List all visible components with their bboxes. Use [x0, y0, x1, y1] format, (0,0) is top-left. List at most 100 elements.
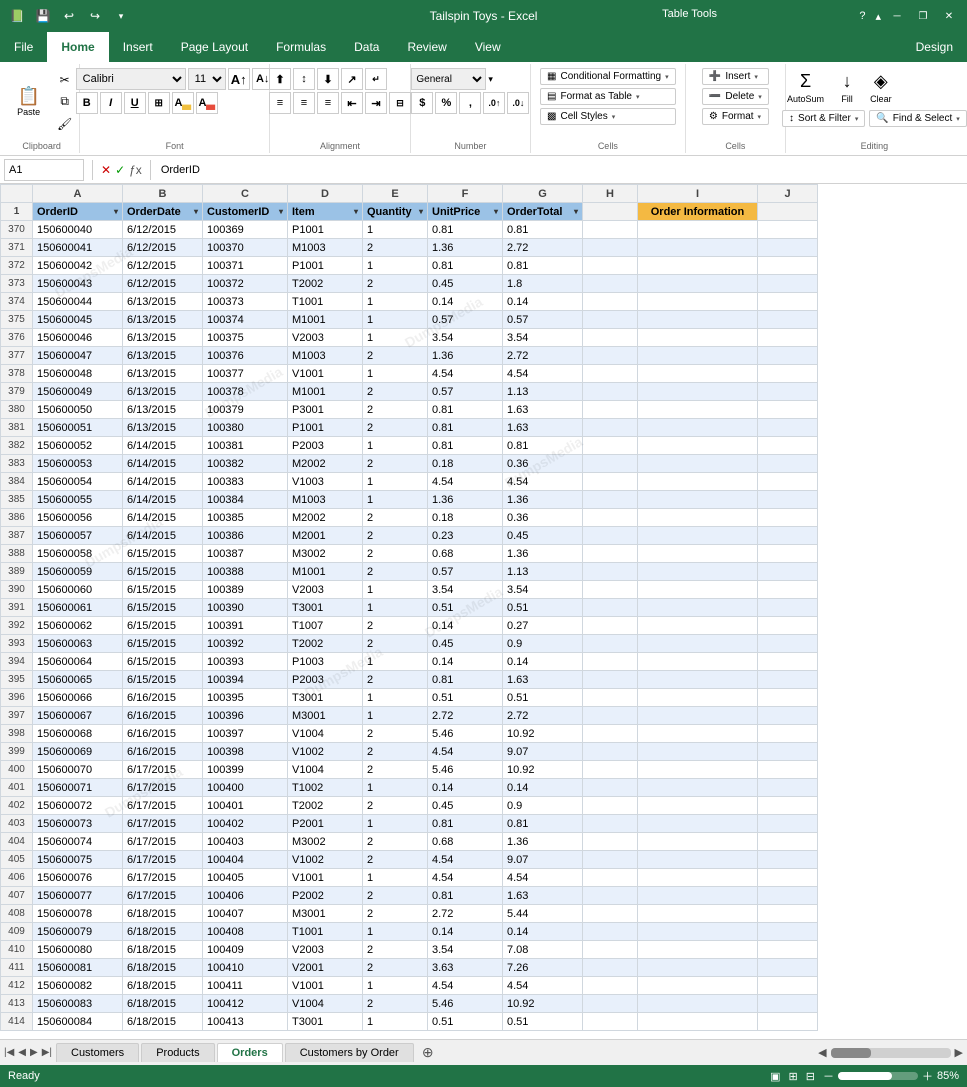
cell-G-399[interactable]: 9.07: [503, 743, 583, 761]
cancel-formula-icon[interactable]: ✕: [101, 163, 111, 177]
cell-E-403[interactable]: 1: [363, 815, 428, 833]
cell-I-388[interactable]: [638, 545, 758, 563]
cell-J-374[interactable]: [758, 293, 818, 311]
cell-B-400[interactable]: 6/17/2015: [123, 761, 203, 779]
cell-J-414[interactable]: [758, 1013, 818, 1031]
cell-I-408[interactable]: [638, 905, 758, 923]
orderdate-filter-arrow[interactable]: ▾: [194, 207, 198, 216]
cell-J-397[interactable]: [758, 707, 818, 725]
cell-J-381[interactable]: [758, 419, 818, 437]
col-header-b[interactable]: B: [123, 185, 203, 203]
cell-F-374[interactable]: 0.14: [428, 293, 503, 311]
cell-C-377[interactable]: 100376: [203, 347, 288, 365]
cell-G-384[interactable]: 4.54: [503, 473, 583, 491]
cell-C-404[interactable]: 100403: [203, 833, 288, 851]
cell-F-372[interactable]: 0.81: [428, 257, 503, 275]
cell-H-388[interactable]: [583, 545, 638, 563]
cell-F-401[interactable]: 0.14: [428, 779, 503, 797]
cell-J-371[interactable]: [758, 239, 818, 257]
cell-F-399[interactable]: 4.54: [428, 743, 503, 761]
col-header-a[interactable]: A: [33, 185, 123, 203]
cell-G-383[interactable]: 0.36: [503, 455, 583, 473]
cell-E-395[interactable]: 2: [363, 671, 428, 689]
cell-D-370[interactable]: P1001: [288, 221, 363, 239]
cell-E-376[interactable]: 1: [363, 329, 428, 347]
cell-C-382[interactable]: 100381: [203, 437, 288, 455]
cell-B-402[interactable]: 6/17/2015: [123, 797, 203, 815]
cell-I-376[interactable]: [638, 329, 758, 347]
cell-A-405[interactable]: 150600075: [33, 851, 123, 869]
cell-I-375[interactable]: [638, 311, 758, 329]
cell-D-387[interactable]: M2001: [288, 527, 363, 545]
cell-G-371[interactable]: 2.72: [503, 239, 583, 257]
cell-B-413[interactable]: 6/18/2015: [123, 995, 203, 1013]
cell-H-405[interactable]: [583, 851, 638, 869]
cell-A-386[interactable]: 150600056: [33, 509, 123, 527]
cell-D-408[interactable]: M3001: [288, 905, 363, 923]
cell-H-371[interactable]: [583, 239, 638, 257]
cell-A-370[interactable]: 150600040: [33, 221, 123, 239]
cell-H-381[interactable]: [583, 419, 638, 437]
cell-F-376[interactable]: 3.54: [428, 329, 503, 347]
cell-H-382[interactable]: [583, 437, 638, 455]
cell-A-409[interactable]: 150600079: [33, 923, 123, 941]
header-ordertotal[interactable]: OrderTotal ▾: [503, 203, 583, 221]
cell-A-388[interactable]: 150600058: [33, 545, 123, 563]
cell-F-398[interactable]: 5.46: [428, 725, 503, 743]
cell-G-392[interactable]: 0.27: [503, 617, 583, 635]
cell-B-404[interactable]: 6/17/2015: [123, 833, 203, 851]
close-button[interactable]: ✕: [939, 6, 959, 26]
cell-D-377[interactable]: M1003: [288, 347, 363, 365]
cell-G-379[interactable]: 1.13: [503, 383, 583, 401]
cell-G-373[interactable]: 1.8: [503, 275, 583, 293]
cell-J-370[interactable]: [758, 221, 818, 239]
cell-A-373[interactable]: 150600043: [33, 275, 123, 293]
cell-G-389[interactable]: 1.13: [503, 563, 583, 581]
cell-B-394[interactable]: 6/15/2015: [123, 653, 203, 671]
cell-J-399[interactable]: [758, 743, 818, 761]
format-button[interactable]: ⚙ Format ▾: [702, 108, 769, 125]
cell-J-407[interactable]: [758, 887, 818, 905]
cell-J-390[interactable]: [758, 581, 818, 599]
cell-C-407[interactable]: 100406: [203, 887, 288, 905]
cell-B-381[interactable]: 6/13/2015: [123, 419, 203, 437]
cell-J-406[interactable]: [758, 869, 818, 887]
cell-H-404[interactable]: [583, 833, 638, 851]
cell-A-412[interactable]: 150600082: [33, 977, 123, 995]
cell-J-393[interactable]: [758, 635, 818, 653]
cell-D-393[interactable]: T2002: [288, 635, 363, 653]
cell-J-396[interactable]: [758, 689, 818, 707]
cell-B-405[interactable]: 6/17/2015: [123, 851, 203, 869]
cell-I-384[interactable]: [638, 473, 758, 491]
cell-E-378[interactable]: 1: [363, 365, 428, 383]
col-header-e[interactable]: E: [363, 185, 428, 203]
cell-E-406[interactable]: 1: [363, 869, 428, 887]
cell-A-382[interactable]: 150600052: [33, 437, 123, 455]
cell-G-408[interactable]: 5.44: [503, 905, 583, 923]
cell-E-374[interactable]: 1: [363, 293, 428, 311]
cell-J-401[interactable]: [758, 779, 818, 797]
cell-B-379[interactable]: 6/13/2015: [123, 383, 203, 401]
cell-A-401[interactable]: 150600071: [33, 779, 123, 797]
cell-G-411[interactable]: 7.26: [503, 959, 583, 977]
cell-I-411[interactable]: [638, 959, 758, 977]
cell-E-409[interactable]: 1: [363, 923, 428, 941]
cell-H-409[interactable]: [583, 923, 638, 941]
cell-G-377[interactable]: 2.72: [503, 347, 583, 365]
cell-D-395[interactable]: P2003: [288, 671, 363, 689]
tab-page-layout[interactable]: Page Layout: [167, 32, 262, 62]
cell-F-389[interactable]: 0.57: [428, 563, 503, 581]
cell-J-376[interactable]: [758, 329, 818, 347]
cell-J-386[interactable]: [758, 509, 818, 527]
cell-A-411[interactable]: 150600081: [33, 959, 123, 977]
cell-A-404[interactable]: 150600074: [33, 833, 123, 851]
cell-A-393[interactable]: 150600063: [33, 635, 123, 653]
cell-E-407[interactable]: 2: [363, 887, 428, 905]
cell-D-410[interactable]: V2003: [288, 941, 363, 959]
cell-E-397[interactable]: 1: [363, 707, 428, 725]
cell-B-411[interactable]: 6/18/2015: [123, 959, 203, 977]
cell-G-407[interactable]: 1.63: [503, 887, 583, 905]
cell-H-408[interactable]: [583, 905, 638, 923]
cell-G-381[interactable]: 1.63: [503, 419, 583, 437]
cell-D-398[interactable]: V1004: [288, 725, 363, 743]
